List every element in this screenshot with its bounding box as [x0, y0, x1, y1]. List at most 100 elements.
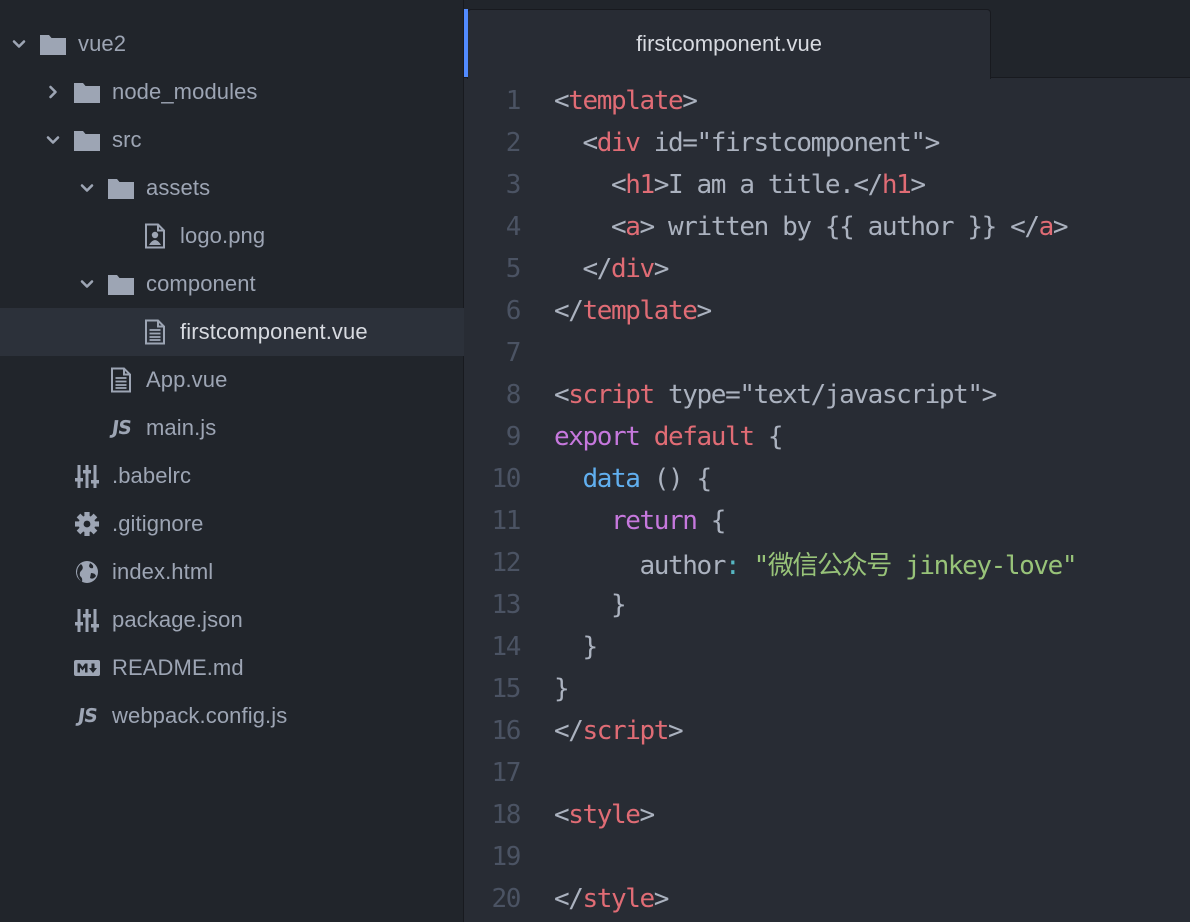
code-line[interactable]: 1 <template> [464, 80, 1190, 122]
config-file-icon [72, 462, 102, 490]
code-text: <script type="text/javascript"> [554, 380, 997, 410]
code-line[interactable]: 10 data () { [464, 458, 1190, 500]
code-token: < [554, 380, 570, 410]
tree-file-item[interactable]: README.md [0, 644, 464, 692]
code-text: </style> [554, 884, 669, 914]
code-token: </ [554, 254, 613, 284]
code-line[interactable]: 5 </div> [464, 248, 1190, 290]
tree-file-item[interactable]: package.json [0, 596, 464, 644]
line-number: 5 [505, 254, 522, 284]
code-line[interactable]: 11 return { [464, 500, 1190, 542]
code-text: <style> [554, 800, 655, 830]
chevron-down-icon[interactable] [76, 177, 98, 199]
code-line[interactable]: 19 [464, 836, 1190, 878]
tab-firstcomponent[interactable]: firstcomponent.vue [467, 9, 991, 79]
code-token: </ [554, 884, 584, 914]
code-text: } [554, 590, 627, 620]
code-line[interactable]: 2 <div id="firstcomponent"> [464, 122, 1190, 164]
tree-file-item[interactable]: logo.png [0, 212, 464, 260]
editor-window: vue2 node_modulessrc assets logo.png compone… [0, 0, 1190, 922]
tree-file-item[interactable]: firstcomponent.vue [0, 308, 464, 356]
line-number: 17 [491, 758, 521, 788]
code-line[interactable]: 16 </script> [464, 710, 1190, 752]
active-tab-indicator [464, 9, 468, 77]
code-text: </template> [554, 296, 713, 326]
line-number: 18 [491, 800, 521, 830]
tree-file-item[interactable]: .babelrc [0, 452, 464, 500]
line-number: 4 [505, 212, 522, 242]
code-token: type="text/javascript"> [653, 380, 997, 410]
code-token: a [625, 212, 641, 242]
line-number: 3 [505, 170, 522, 200]
code-token: style [568, 800, 641, 830]
tree-folder-item[interactable]: vue2 [0, 20, 464, 68]
editor-pane: firstcomponent.vue 1 <template> 2 <div id=… [464, 0, 1190, 922]
code-line[interactable]: 20 </style> [464, 878, 1190, 920]
text-file-icon [106, 366, 136, 394]
code-line[interactable]: 9 export default { [464, 416, 1190, 458]
js-glyph: JS [76, 705, 98, 727]
code-token: < [554, 800, 570, 830]
code-token: > [696, 296, 713, 326]
code-line[interactable]: 14 } [464, 626, 1190, 668]
line-number: 7 [505, 338, 522, 368]
code-line[interactable]: 7 [464, 332, 1190, 374]
line-number: 20 [491, 884, 521, 914]
code-token: > [682, 86, 698, 116]
code-token: < [554, 128, 599, 158]
chevron-down-icon[interactable] [76, 273, 98, 295]
tree-item-label: src [112, 127, 142, 152]
code-line[interactable]: 15} [464, 668, 1190, 710]
code-area[interactable]: 1 <template> 2 <div id="firstcomponent"> 3 … [464, 79, 1190, 922]
js-glyph: JS [110, 417, 132, 439]
code-line[interactable]: 12 author: "微信公众号 jinkey-love" [464, 542, 1190, 584]
tree-file-item[interactable]: App.vue [0, 356, 464, 404]
code-line[interactable]: 18 <style> [464, 794, 1190, 836]
code-token: >I am a title.</ [653, 170, 883, 200]
code-text: return { [554, 506, 727, 536]
chevron-down-icon[interactable] [42, 129, 64, 151]
code-token: } [554, 590, 627, 620]
code-line[interactable]: 4 <a> written by {{ author }} </a> [464, 206, 1190, 248]
tree-folder-item[interactable]: component [0, 260, 464, 308]
line-number: 13 [491, 590, 521, 620]
line-number: 9 [505, 422, 522, 452]
code-text: <h1>I am a title.</h1> [554, 170, 926, 200]
tree-item-label: README.md [112, 655, 244, 680]
chevron-right-icon[interactable] [42, 81, 64, 103]
code-line[interactable]: 17 [464, 752, 1190, 794]
tree-file-item[interactable]: index.html [0, 548, 464, 596]
code-token: > written by {{ author }} </ [639, 212, 1040, 242]
code-token: < [554, 170, 627, 200]
code-text: author: "微信公众号 jinkey-love" [554, 545, 1078, 582]
js-file-icon: JS [106, 414, 136, 442]
tree-file-item[interactable]: .gitignore [0, 500, 464, 548]
tree-file-item[interactable]: JS main.js [0, 404, 464, 452]
folder-icon [72, 126, 102, 154]
tree-item-label: firstcomponent.vue [180, 319, 368, 344]
code-token: : [725, 550, 741, 581]
code-token: { [696, 506, 727, 536]
tree-item-label: index.html [112, 559, 214, 584]
code-token: } [554, 674, 570, 704]
code-line[interactable]: 6 </template> [464, 290, 1190, 332]
tree-folder-item[interactable]: src [0, 116, 464, 164]
markdown-icon [72, 654, 102, 682]
chevron-down-icon[interactable] [8, 33, 30, 55]
line-number: 10 [491, 464, 521, 494]
code-line[interactable]: 3 <h1>I am a title.</h1> [464, 164, 1190, 206]
js-file-icon: JS [72, 702, 102, 730]
tree-folder-item[interactable]: node_modules [0, 68, 464, 116]
line-number: 14 [491, 632, 521, 662]
tab-title: firstcomponent.vue [636, 30, 822, 56]
line-number: 19 [491, 842, 521, 872]
code-token: id="firstcomponent"> [639, 128, 940, 158]
config-file-icon [72, 606, 102, 634]
code-line[interactable]: 8 <script type="text/javascript"> [464, 374, 1190, 416]
tree-folder-item[interactable]: assets [0, 164, 464, 212]
image-file-icon [140, 222, 170, 250]
code-text: <template> [554, 86, 698, 116]
code-token: "微信公众号 jinkey-love" [753, 550, 1078, 581]
code-line[interactable]: 13 } [464, 584, 1190, 626]
tree-file-item[interactable]: JS webpack.config.js [0, 692, 464, 740]
